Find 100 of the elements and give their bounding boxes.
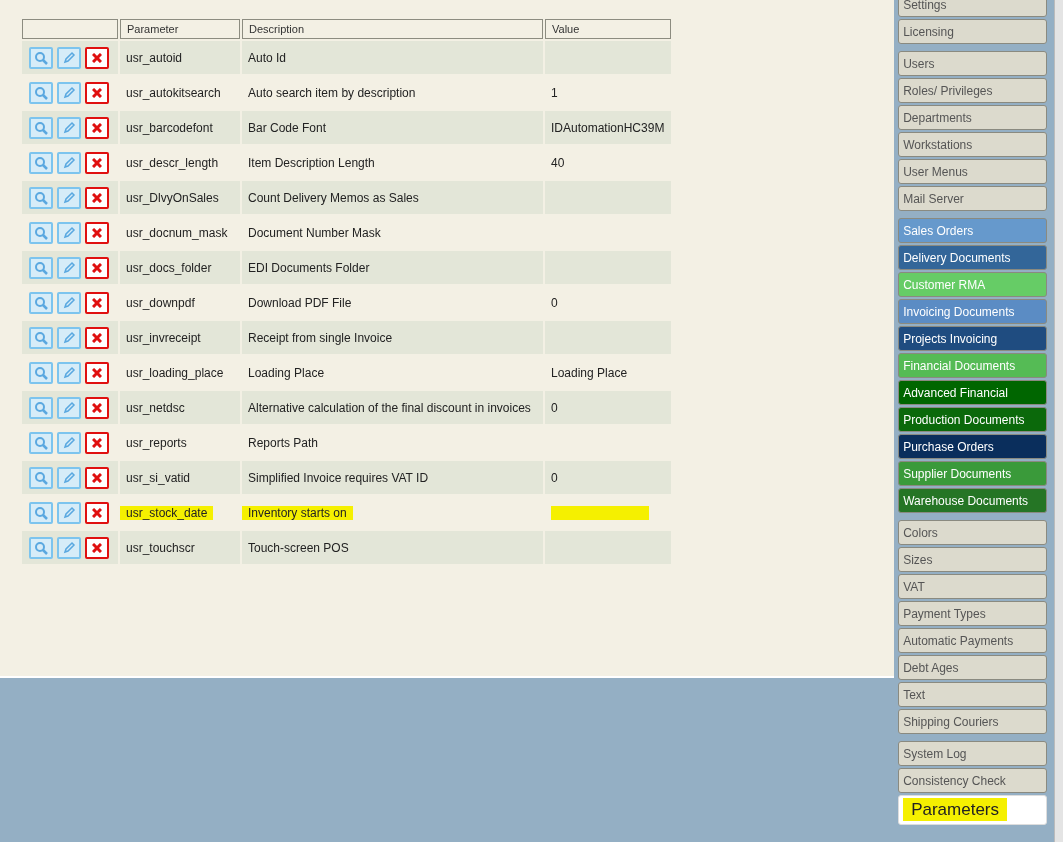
edit-button[interactable] [57,501,81,524]
edit-button[interactable] [57,116,81,139]
edit-button[interactable] [57,46,81,69]
table-cell: usr_si_vatid [120,461,240,494]
highlighted-text: usr_stock_date [120,505,214,520]
close-icon [92,52,102,63]
view-button[interactable] [29,536,53,559]
nav-button[interactable]: System Log [898,741,1048,766]
nav-button[interactable]: Consistency Check [898,768,1048,793]
edit-button[interactable] [57,536,81,559]
nav-button[interactable]: User Menus [898,159,1048,184]
edit-button[interactable] [57,396,81,419]
nav-button[interactable]: Settings [898,0,1048,17]
view-button[interactable] [29,431,53,454]
scrollbar[interactable] [1054,0,1063,842]
delete-button[interactable] [85,256,109,279]
view-button[interactable] [29,221,53,244]
nav-button[interactable]: Production Documents [898,407,1048,432]
nav-button[interactable]: Sizes [898,547,1048,572]
nav-button[interactable]: Colors [898,520,1048,545]
nav-button[interactable]: Debt Ages [898,655,1048,680]
nav-button[interactable]: Supplier Documents [898,461,1048,486]
delete-button[interactable] [85,116,109,139]
view-button[interactable] [29,186,53,209]
close-icon [92,227,102,238]
nav-button[interactable]: Mail Server [898,186,1048,211]
view-button[interactable] [29,116,53,139]
close-icon [92,472,102,483]
delete-button[interactable] [85,221,109,244]
close-icon [92,437,102,448]
edit-button[interactable] [57,221,81,244]
nav-button[interactable]: Sales Orders [898,218,1048,243]
nav-button[interactable]: Warehouse Documents [898,488,1048,513]
nav-button[interactable]: Parameters [898,795,1048,825]
delete-button[interactable] [85,431,109,454]
delete-button[interactable] [85,536,109,559]
edit-button[interactable] [57,291,81,314]
pencil-icon [62,435,76,450]
nav-button[interactable]: Payment Types [898,601,1048,626]
search-icon [34,435,48,450]
nav-button[interactable]: Licensing [898,19,1048,44]
edit-button[interactable] [57,256,81,279]
nav-button[interactable]: Advanced Financial [898,380,1048,405]
table-cell: Count Delivery Memos as Sales [242,181,543,214]
edit-button[interactable] [57,326,81,349]
nav-button[interactable]: Shipping Couriers [898,709,1048,734]
delete-button[interactable] [85,46,109,69]
view-button[interactable] [29,46,53,69]
search-icon [34,330,48,345]
table-cell: usr_barcodefont [120,111,240,144]
nav-button[interactable]: Delivery Documents [898,245,1048,270]
delete-button[interactable] [85,186,109,209]
delete-button[interactable] [85,501,109,524]
edit-button[interactable] [57,361,81,384]
view-button[interactable] [29,256,53,279]
edit-button[interactable] [57,466,81,489]
view-button[interactable] [29,361,53,384]
view-button[interactable] [29,151,53,174]
nav-button[interactable]: Workstations [898,132,1048,157]
search-icon [34,225,48,240]
nav-button[interactable]: Purchase Orders [898,434,1048,459]
search-icon [34,505,48,520]
nav-button[interactable]: Roles/ Privileges [898,78,1048,103]
edit-button[interactable] [57,151,81,174]
search-icon [34,295,48,310]
close-icon [92,402,102,413]
close-icon [92,262,102,273]
pencil-icon [62,505,76,520]
pencil-icon [62,155,76,170]
view-button[interactable] [29,501,53,524]
table-cell: Receipt from single Invoice [242,321,543,354]
nav-button[interactable]: Departments [898,105,1048,130]
delete-button[interactable] [85,466,109,489]
delete-button[interactable] [85,291,109,314]
edit-button[interactable] [57,431,81,454]
nav-button[interactable]: Projects Invoicing [898,326,1048,351]
view-button[interactable] [29,466,53,489]
table-cell: Bar Code Font [242,111,543,144]
view-button[interactable] [29,326,53,349]
delete-button[interactable] [85,361,109,384]
view-button[interactable] [29,291,53,314]
edit-button[interactable] [57,81,81,104]
search-icon [34,50,48,65]
view-button[interactable] [29,81,53,104]
view-button[interactable] [29,396,53,419]
search-icon [34,540,48,555]
delete-button[interactable] [85,151,109,174]
pencil-icon [62,400,76,415]
nav-button[interactable]: Automatic Payments [898,628,1048,653]
nav-button[interactable]: Invoicing Documents [898,299,1048,324]
delete-button[interactable] [85,326,109,349]
nav-button[interactable]: Text [898,682,1048,707]
close-icon [92,87,102,98]
close-icon [92,157,102,168]
delete-button[interactable] [85,81,109,104]
nav-button[interactable]: VAT [898,574,1048,599]
edit-button[interactable] [57,186,81,209]
nav-button[interactable]: Users [898,51,1048,76]
pencil-icon [62,50,76,65]
delete-button[interactable] [85,396,109,419]
